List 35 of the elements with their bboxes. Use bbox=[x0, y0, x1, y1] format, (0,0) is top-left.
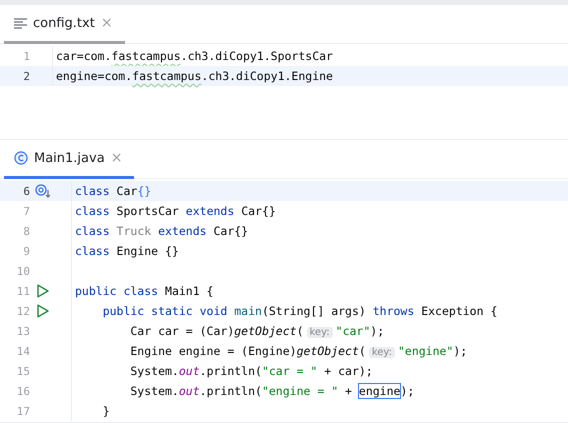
code-line: System.out.println("car = " + car); bbox=[129, 364, 373, 378]
class-icon bbox=[14, 151, 28, 165]
code-line: public class Main1 { bbox=[74, 284, 214, 298]
code-line: car=com.fastcampus.ch3.diCopy1.SportsCar bbox=[55, 49, 333, 63]
tab-label: Main1.java bbox=[34, 150, 105, 166]
text-file-icon bbox=[14, 18, 27, 28]
run-icon[interactable] bbox=[37, 304, 49, 318]
line-number: 12 bbox=[16, 304, 30, 318]
code-line: System.out.println("engine = " + engine); bbox=[129, 384, 414, 398]
line-number: 17 bbox=[16, 404, 30, 418]
file-tab[interactable]: config.txt × bbox=[4, 5, 125, 44]
code-line: Car car = (Car)getObject( key: "car"); bbox=[129, 324, 384, 338]
line-number: 15 bbox=[16, 364, 30, 378]
line-number: 6 bbox=[22, 184, 30, 198]
line-number: 9 bbox=[22, 244, 30, 258]
code-line: engine=com.fastcampus.ch3.diCopy1.Engine bbox=[55, 69, 333, 83]
run-icon[interactable] bbox=[37, 284, 49, 298]
line-number: 13 bbox=[16, 324, 30, 338]
line-number: 14 bbox=[16, 344, 30, 358]
code-line: Engine engine = (Engine)getObject( key: "engine"); bbox=[129, 344, 468, 358]
line-number: 10 bbox=[16, 264, 30, 278]
line-number: 1 bbox=[22, 50, 30, 62]
code-line: class Car{} bbox=[74, 184, 152, 198]
line-number: 11 bbox=[16, 284, 30, 298]
line-number: 8 bbox=[22, 224, 30, 238]
line-number: 2 bbox=[22, 70, 30, 82]
line-number: 16 bbox=[16, 384, 30, 398]
line-number: 7 bbox=[22, 204, 30, 218]
tab-label: config.txt bbox=[33, 16, 95, 30]
code-line: class SportsCar extends Car{} bbox=[74, 204, 276, 218]
code-line: public static void main(String[] args) throws Exception { bbox=[102, 304, 498, 318]
code-line: class Engine {} bbox=[74, 244, 179, 258]
code-line: } bbox=[102, 404, 110, 418]
code-line: class Truck extends Car{} bbox=[74, 224, 248, 238]
implemented-icon[interactable] bbox=[35, 184, 51, 198]
